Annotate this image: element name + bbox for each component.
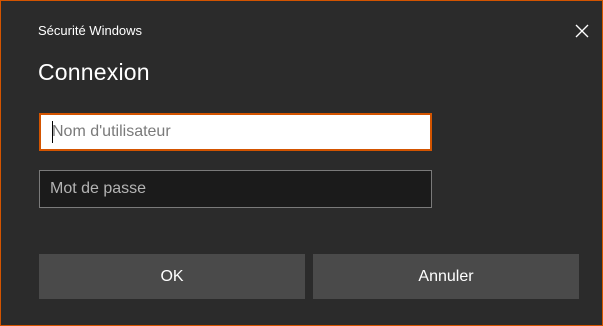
window-caption: Sécurité Windows [38,23,143,38]
username-input[interactable] [39,113,432,151]
ok-button[interactable]: OK [39,254,305,299]
text-caret [52,121,53,143]
windows-security-dialog: Sécurité Windows Connexion OK Annuler [0,0,603,326]
dialog-title: Connexion [38,59,150,85]
close-icon [575,24,589,38]
password-input[interactable] [39,170,432,208]
close-button[interactable] [567,16,597,46]
cancel-button[interactable]: Annuler [313,254,579,299]
